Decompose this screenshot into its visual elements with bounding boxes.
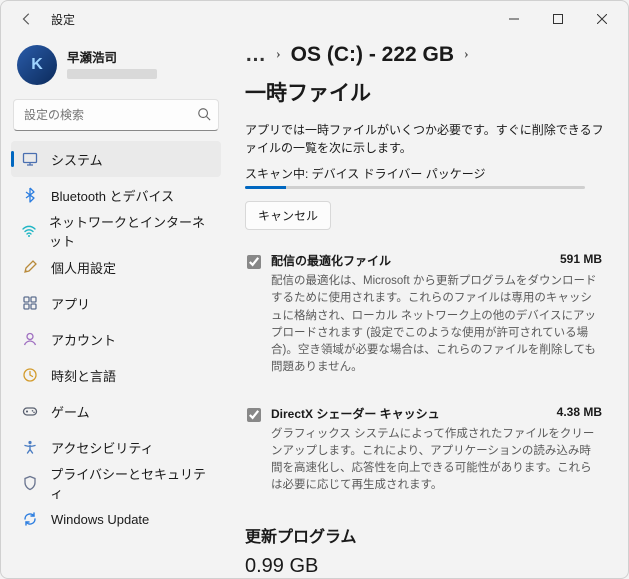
- file-checkbox[interactable]: [247, 255, 261, 269]
- temp-file-item: 配信の最適化ファイル 591 MB 配信の最適化は、Microsoft から更新プロ…: [245, 246, 604, 383]
- cancel-button[interactable]: キャンセル: [245, 201, 331, 230]
- breadcrumb-more[interactable]: …: [245, 43, 266, 67]
- search-input[interactable]: [13, 99, 219, 131]
- game-icon: [21, 402, 39, 420]
- sidebar: K 早瀬浩司 システム Bluetooth とデバイスネットワークとインターネット…: [1, 37, 231, 578]
- accessibility-icon: [21, 438, 39, 456]
- chevron-right-icon: ›: [464, 47, 469, 63]
- nav-item-privacy[interactable]: プライバシーとセキュリティ: [11, 465, 221, 501]
- nav-label: アプリ: [51, 294, 90, 313]
- user-sub-redacted: [67, 69, 157, 79]
- nav-label: ゲーム: [51, 402, 90, 421]
- nav-item-accessibility[interactable]: アクセシビリティ: [11, 429, 221, 465]
- updates-heading: 更新プログラム: [245, 523, 604, 547]
- network-icon: [21, 222, 37, 240]
- nav-label: アカウント: [51, 330, 116, 349]
- scan-progress: [245, 186, 585, 189]
- close-button[interactable]: [580, 3, 624, 35]
- user-name: 早瀬浩司: [67, 51, 157, 67]
- time-icon: [21, 366, 39, 384]
- nav-item-network[interactable]: ネットワークとインターネット: [11, 213, 221, 249]
- nav-item-game[interactable]: ゲーム: [11, 393, 221, 429]
- temp-file-item: DirectX シェーダー キャッシュ 4.38 MB グラフィックス システムによ…: [245, 399, 604, 501]
- nav-label: システム: [51, 150, 103, 169]
- maximize-button[interactable]: [536, 3, 580, 35]
- apps-icon: [21, 294, 39, 312]
- page-description: アプリでは一時ファイルがいくつか必要です。すぐに削除できるファイルの一覧を次に示…: [245, 121, 604, 157]
- account-icon: [21, 330, 39, 348]
- window-title: 設定: [51, 11, 75, 28]
- nav-item-update[interactable]: Windows Update: [11, 501, 221, 537]
- file-size: 591 MB: [560, 252, 602, 269]
- scan-status-label: スキャン中: デバイス ドライバー パッケージ: [245, 165, 604, 182]
- system-icon: [21, 150, 39, 168]
- nav-list: システム Bluetooth とデバイスネットワークとインターネット個人用設定アプ…: [11, 141, 221, 537]
- nav-label: Bluetooth とデバイス: [51, 186, 174, 205]
- avatar: K: [17, 45, 57, 85]
- nav-label: 個人用設定: [51, 258, 116, 277]
- privacy-icon: [21, 474, 38, 492]
- search-icon: [197, 107, 211, 126]
- nav-label: Windows Update: [51, 512, 149, 527]
- nav-label: ネットワークとインターネット: [49, 212, 211, 250]
- nav-item-system[interactable]: システム: [11, 141, 221, 177]
- user-block[interactable]: K 早瀬浩司: [17, 45, 215, 85]
- search-box[interactable]: [13, 99, 219, 131]
- breadcrumb-drive[interactable]: OS (C:) - 222 GB: [291, 43, 454, 67]
- update-icon: [21, 510, 39, 528]
- chevron-right-icon: ›: [276, 47, 281, 63]
- nav-item-bluetooth[interactable]: Bluetooth とデバイス: [11, 177, 221, 213]
- back-button[interactable]: [17, 9, 37, 29]
- file-checkbox[interactable]: [247, 408, 261, 422]
- file-size: 4.38 MB: [557, 405, 602, 422]
- nav-label: プライバシーとセキュリティ: [50, 464, 211, 502]
- nav-item-account[interactable]: アカウント: [11, 321, 221, 357]
- nav-item-personalize[interactable]: 個人用設定: [11, 249, 221, 285]
- main-panel: … › OS (C:) - 222 GB › 一時ファイル アプリでは一時ファイ…: [231, 37, 628, 578]
- file-title: 配信の最適化ファイル: [271, 252, 391, 269]
- file-detail: 配信の最適化は、Microsoft から更新プログラムをダウンロードするために使…: [271, 273, 602, 377]
- breadcrumb-current: 一時ファイル: [245, 77, 371, 107]
- updates-size: 0.99 GB: [245, 555, 604, 578]
- nav-item-time[interactable]: 時刻と言語: [11, 357, 221, 393]
- nav-label: アクセシビリティ: [51, 438, 154, 457]
- bluetooth-icon: [21, 186, 39, 204]
- file-title: DirectX シェーダー キャッシュ: [271, 405, 440, 422]
- titlebar: 設定: [1, 1, 628, 37]
- nav-label: 時刻と言語: [51, 366, 116, 385]
- file-detail: グラフィックス システムによって作成されたファイルをクリーンアップします。これに…: [271, 426, 602, 495]
- nav-item-apps[interactable]: アプリ: [11, 285, 221, 321]
- minimize-button[interactable]: [492, 3, 536, 35]
- breadcrumb: … › OS (C:) - 222 GB › 一時ファイル: [245, 43, 604, 107]
- personalize-icon: [21, 258, 39, 276]
